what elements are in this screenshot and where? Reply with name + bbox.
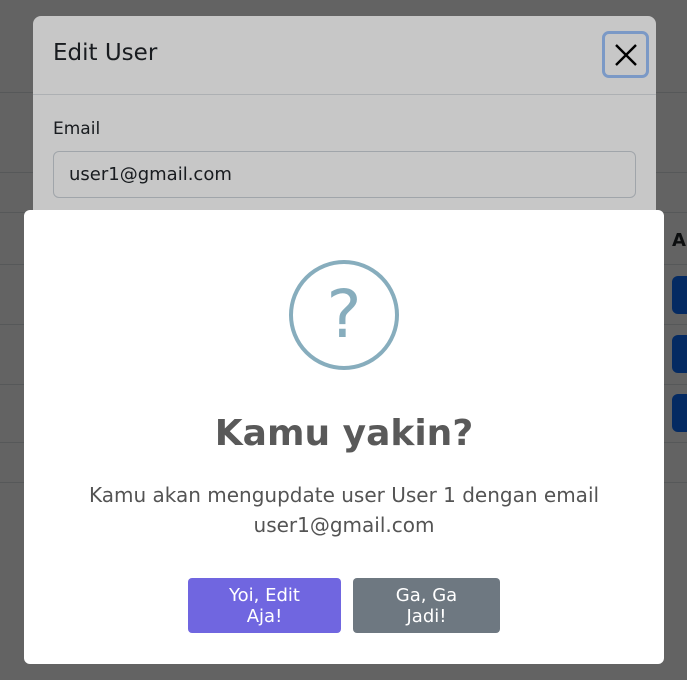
confirm-button[interactable]: Yoi, Edit Aja! [188,578,341,633]
dialog-actions: Yoi, Edit Aja! Ga, Ga Jadi! [24,578,664,633]
dialog-message: Kamu akan mengupdate user User 1 dengan … [88,483,600,537]
question-icon: ? [289,260,399,370]
dialog-title: Kamu yakin? [214,413,474,454]
cancel-button[interactable]: Ga, Ga Jadi! [353,578,500,633]
question-mark: ? [326,276,362,353]
confirm-dialog: ? Kamu yakin? Kamu akan mengupdate user … [24,210,664,664]
